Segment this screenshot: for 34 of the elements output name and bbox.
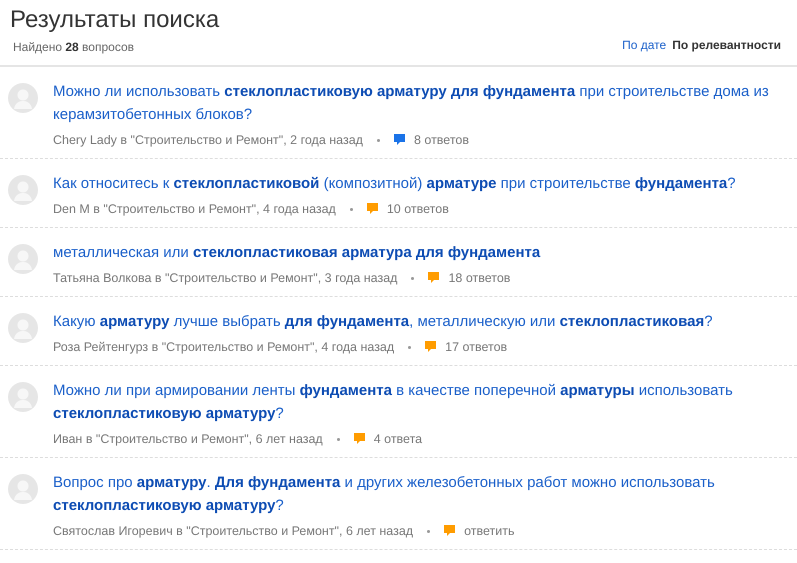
question-meta: Chery Lady в "Строительство и Ремонт", 2 года назад xyxy=(53,133,363,147)
avatar-icon xyxy=(8,382,38,412)
question-meta: Святослав Игоревич в "Строительство и Ремонт", 6 лет назад xyxy=(53,524,414,538)
avatar-icon xyxy=(8,313,38,343)
question-meta: Роза Рейтенгурз в "Строительство и Ремонт", 4 года назад xyxy=(53,340,394,354)
separator-dot xyxy=(376,138,380,142)
separator-dot xyxy=(427,530,430,532)
question-link[interactable]: Какую арматуру лучше выбрать для фундамента, металлическую или стеклопластиковая? xyxy=(53,310,787,333)
answers-link[interactable]: 4 ответа xyxy=(374,432,422,446)
separator-dot xyxy=(408,346,412,348)
separator-dot xyxy=(350,208,353,210)
question-link[interactable]: Вопрос про арматуру. Для фундамента и других железобетонных работ можно использовать стеклопластиковую арматуру? xyxy=(53,471,787,517)
page-title: Результаты поиска xyxy=(10,5,220,35)
question-link[interactable]: Можно ли при армировании ленты фундамента в качестве поперечной арматуры использовать стеклопластиковую арматуру? xyxy=(53,379,787,425)
avatar-icon xyxy=(8,83,38,113)
answers-link[interactable]: ответить xyxy=(464,524,514,538)
avatar-icon xyxy=(8,175,38,205)
question-meta: Татьяна Волкова в "Строительство и Ремонт", 3 года назад xyxy=(53,271,398,285)
sort-link[interactable]: По дате xyxy=(622,38,666,52)
sort-link[interactable]: По релевантности xyxy=(672,38,781,52)
question-meta: Den M в "Строительство и Ремонт", 4 года назад xyxy=(53,202,336,216)
question-meta: Иван в "Строительство и Ремонт", 6 лет назад xyxy=(53,432,323,446)
answers-link[interactable]: 17 ответов xyxy=(445,340,508,354)
answers-link[interactable]: 10 ответов xyxy=(386,202,449,216)
answers-link[interactable]: 8 ответов xyxy=(414,133,470,147)
question-link[interactable]: Можно ли использовать стеклопластиковую арматуру для фундамента при строительстве дома из керамзитобетонных блоков? xyxy=(53,80,787,126)
avatar-icon xyxy=(8,474,38,504)
answers-link[interactable]: 18 ответов xyxy=(448,271,510,285)
separator-dot xyxy=(336,438,340,440)
question-link[interactable]: Как относитесь к стеклопластиковой (композитной) арматуре при строительстве фундамента? xyxy=(53,172,787,195)
results-count: Найдено 28 вопросов xyxy=(13,40,135,54)
question-link[interactable]: металлическая или стеклопластиковая арматура для фундамента xyxy=(53,241,787,264)
separator-dot xyxy=(411,276,414,280)
avatar-icon xyxy=(8,244,38,274)
